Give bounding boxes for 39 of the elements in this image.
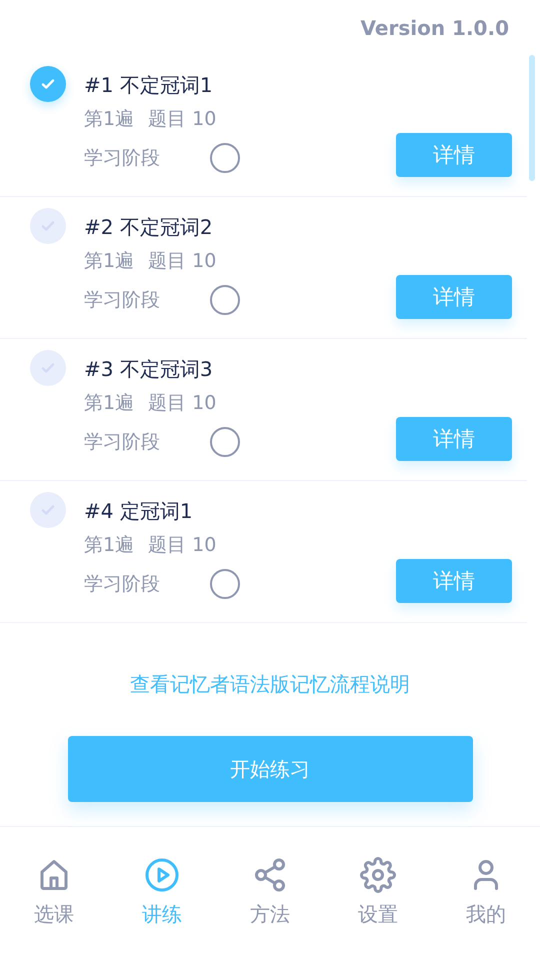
questions-count: 题目 10 [148,107,216,132]
questions-count: 题目 10 [148,249,216,274]
check-circle[interactable] [30,208,66,244]
stage-circle-icon [210,143,240,173]
start-practice-button[interactable]: 开始练习 [68,736,472,802]
round-label: 第1遍 [84,107,134,132]
nav-tab[interactable]: 方法 [216,857,324,937]
play-icon [144,857,180,893]
nav-tab[interactable]: 设置 [324,857,432,937]
stage-label: 学习阶段 [84,430,161,455]
stage-circle-icon [210,427,240,457]
stage-circle-icon [210,285,240,315]
lesson-title: #2 不定冠词2 [84,214,214,241]
details-button[interactable]: 详情 [396,133,512,177]
round-label: 第1遍 [84,533,134,558]
check-circle[interactable] [30,350,66,386]
lesson-title: #3 不定冠词3 [84,356,214,383]
check-circle[interactable] [30,66,66,102]
nav-tab[interactable]: 我的 [432,857,540,937]
round-label: 第1遍 [84,391,134,416]
lesson-title: #4 定冠词1 [84,498,194,525]
details-button[interactable]: 详情 [396,417,512,461]
details-button[interactable]: 详情 [396,275,512,319]
version-label: Version 1.0.0 [360,16,509,40]
guide-link[interactable]: 查看记忆者语法版记忆流程说明 [130,670,410,698]
questions-count: 题目 10 [148,533,216,558]
settings-icon [360,857,396,893]
nav-tab[interactable]: 选课 [0,857,108,937]
questions-count: 题目 10 [148,391,216,416]
nav-tab[interactable]: 讲练 [108,857,216,937]
round-label: 第1遍 [84,249,134,274]
stage-label: 学习阶段 [84,146,161,171]
share-icon [252,857,288,893]
lesson-title: #1 不定冠词1 [84,72,214,99]
stage-circle-icon [210,569,240,599]
details-button[interactable]: 详情 [396,559,512,603]
stage-label: 学习阶段 [84,572,161,597]
stage-label: 学习阶段 [84,288,161,313]
check-circle[interactable] [30,492,66,528]
